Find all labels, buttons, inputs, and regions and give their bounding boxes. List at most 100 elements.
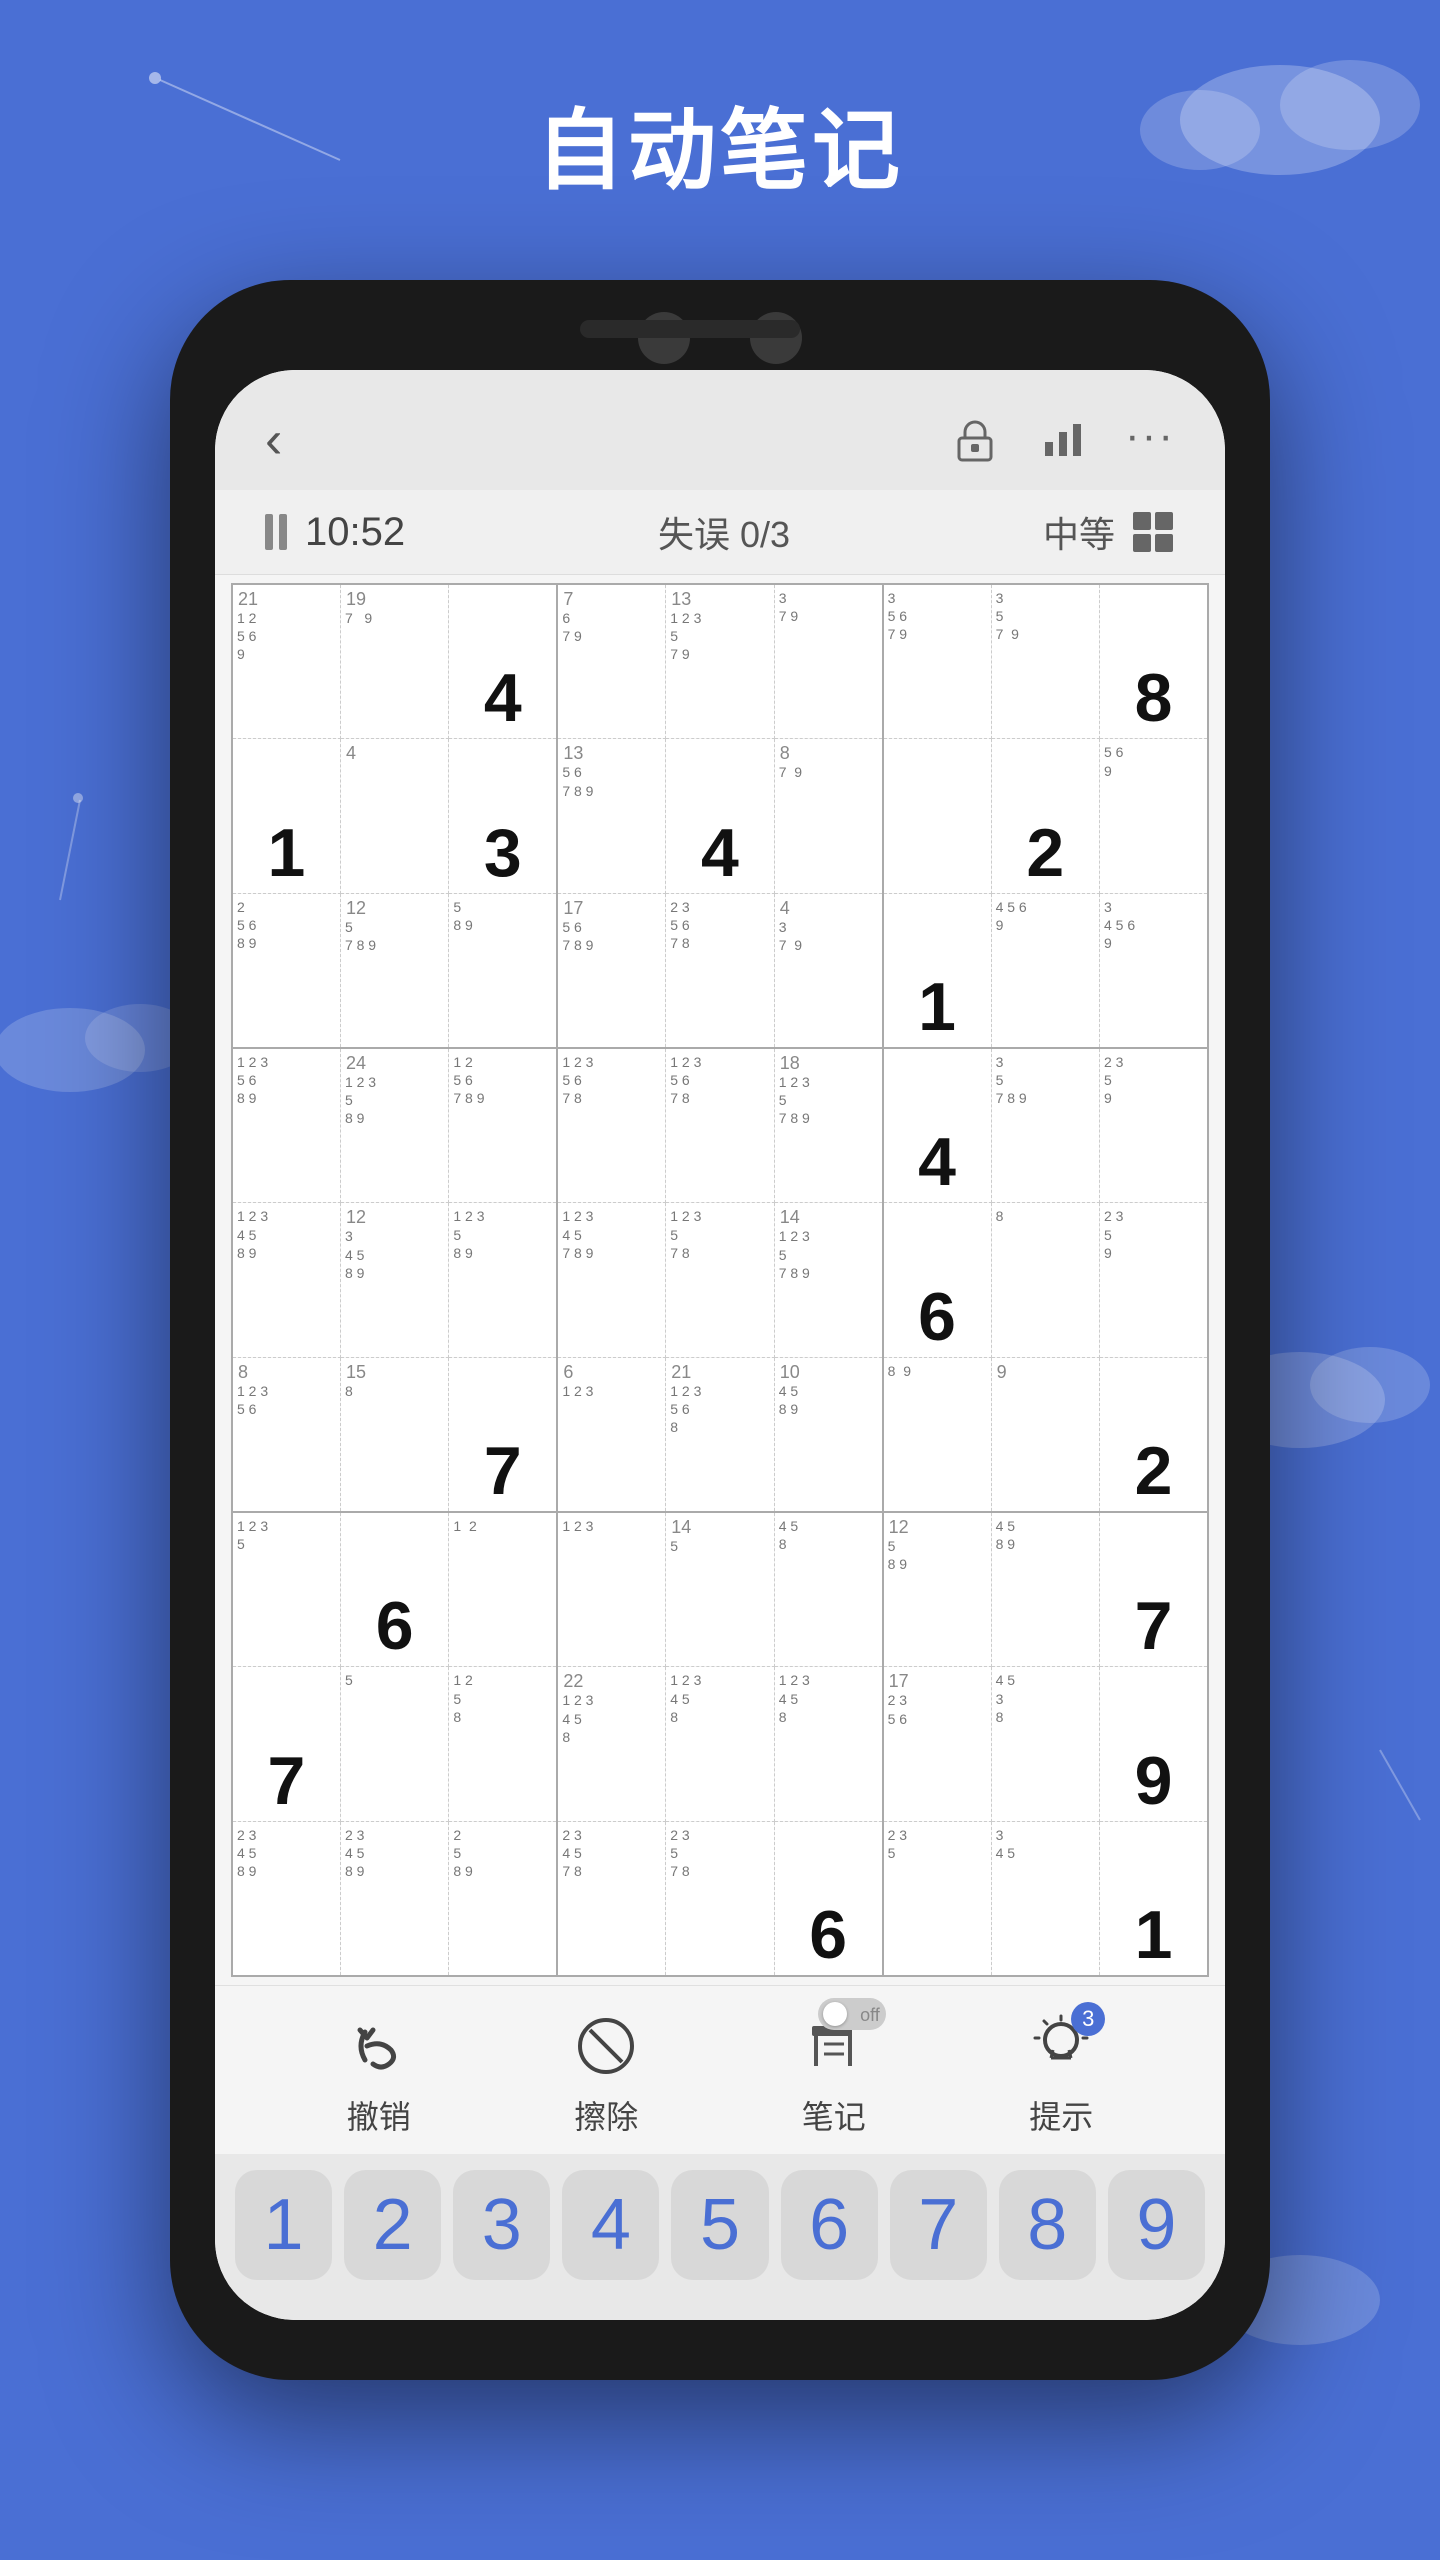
grid-cell[interactable]: 2 3 5 — [883, 1821, 991, 1976]
number-button-1[interactable]: 1 — [235, 2170, 332, 2280]
grid-cell[interactable]: 1 2 3 5 6 7 8 — [557, 1048, 665, 1203]
grid-cell[interactable]: 9 — [991, 1357, 1099, 1512]
grid-cell[interactable]: 158 — [340, 1357, 448, 1512]
grid-cell[interactable]: 175 6 7 8 9 — [557, 893, 665, 1048]
number-button-3[interactable]: 3 — [453, 2170, 550, 2280]
grid-cell[interactable]: 104 5 8 9 — [774, 1357, 882, 1512]
grid-cell[interactable]: 81 2 3 5 6 — [232, 1357, 340, 1512]
grid-cell[interactable]: 6 — [774, 1821, 882, 1976]
grid-cell[interactable]: 221 2 3 4 5 8 — [557, 1667, 665, 1821]
number-button-2[interactable]: 2 — [344, 2170, 441, 2280]
grid-cell[interactable]: 7 — [449, 1357, 557, 1512]
number-button-4[interactable]: 4 — [562, 2170, 659, 2280]
grid-cell[interactable]: 4 5 3 8 — [991, 1667, 1099, 1821]
grid-cell[interactable]: 1 2 3 4 5 7 8 9 — [557, 1203, 665, 1357]
number-button-5[interactable]: 5 — [671, 2170, 768, 2280]
grid-cell[interactable]: 3 5 6 7 9 — [883, 584, 991, 739]
grid-cell[interactable]: 4 5 8 9 — [991, 1512, 1099, 1667]
grid-cell[interactable]: 1 2 — [449, 1512, 557, 1667]
grid-cell[interactable]: 4 — [449, 584, 557, 739]
grid-cell[interactable]: 3 — [449, 739, 557, 893]
grid-cell[interactable]: 181 2 3 5 7 8 9 — [774, 1048, 882, 1203]
hints-button[interactable]: 3 提 — [1025, 2010, 1097, 2138]
grid-cell[interactable]: 3 4 5 6 9 — [1100, 893, 1209, 1048]
grid-cell[interactable]: 2 3 4 5 8 9 — [232, 1821, 340, 1976]
grid-cell[interactable]: 1 2 3 5 6 7 8 — [666, 1048, 774, 1203]
grid-cell[interactable]: 125 8 9 — [883, 1512, 991, 1667]
grid-cell[interactable]: 1 — [232, 739, 340, 893]
notes-toggle[interactable]: off — [818, 1998, 886, 2030]
grid-cell[interactable]: 6 — [883, 1203, 991, 1357]
number-button-7[interactable]: 7 — [890, 2170, 987, 2280]
grid-cell[interactable]: 4 — [883, 1048, 991, 1203]
grid-cell[interactable]: 131 2 3 5 7 9 — [666, 584, 774, 739]
grid-cell[interactable]: 241 2 3 5 8 9 — [340, 1048, 448, 1203]
grid-cell[interactable]: 6 — [340, 1512, 448, 1667]
grid-cell[interactable]: 1 2 3 5 7 8 — [666, 1203, 774, 1357]
grid-cell[interactable]: 7 — [232, 1667, 340, 1821]
grid-cell[interactable]: 3 7 9 — [774, 584, 882, 739]
undo-button[interactable]: 撤销 — [343, 2010, 415, 2138]
grid-cell[interactable]: 2 5 6 8 9 — [232, 893, 340, 1048]
grid-cell[interactable]: 2 3 4 5 7 8 — [557, 1821, 665, 1976]
grid-cell[interactable] — [883, 739, 991, 893]
grid-cell[interactable]: 123 4 5 8 9 — [340, 1203, 448, 1357]
back-button[interactable]: ‹ — [265, 410, 282, 470]
grid-cell[interactable]: 76 7 9 — [557, 584, 665, 739]
grid-cell[interactable]: 2 3 4 5 8 9 — [340, 1821, 448, 1976]
grid-cell[interactable]: 1 2 3 5 8 9 — [449, 1203, 557, 1357]
grid-cell[interactable]: 1 2 3 4 5 8 9 — [232, 1203, 340, 1357]
grid-cell[interactable]: 2 3 5 9 — [1100, 1203, 1209, 1357]
grid-cell[interactable]: 4 5 8 — [774, 1512, 882, 1667]
grid-cell[interactable]: 1 2 5 6 7 8 9 — [449, 1048, 557, 1203]
grid-cell[interactable]: 61 2 3 — [557, 1357, 665, 1512]
grid-cell[interactable]: 211 2 5 6 9 — [232, 584, 340, 739]
grid-cell[interactable]: 1 2 5 8 — [449, 1667, 557, 1821]
grid-cell[interactable]: 5 6 9 — [1100, 739, 1209, 893]
grid-cell[interactable]: 4 — [340, 739, 448, 893]
lock-icon[interactable] — [949, 414, 1001, 466]
grid-cell[interactable]: 1 2 3 — [557, 1512, 665, 1667]
grid-cell[interactable]: 2 — [991, 739, 1099, 893]
grid-cell[interactable]: 197 9 — [340, 584, 448, 739]
grid-cell[interactable]: 2 5 8 9 — [449, 1821, 557, 1976]
grid-cell[interactable]: 145 — [666, 1512, 774, 1667]
grid-cell[interactable]: 2 — [1100, 1357, 1209, 1512]
grid-cell[interactable]: 141 2 3 5 7 8 9 — [774, 1203, 882, 1357]
grid-cell[interactable]: 8 — [991, 1203, 1099, 1357]
grid-cell[interactable]: 2 3 5 6 7 8 — [666, 893, 774, 1048]
number-button-8[interactable]: 8 — [999, 2170, 1096, 2280]
grid-cell[interactable]: 211 2 3 5 6 8 — [666, 1357, 774, 1512]
grid-cell[interactable]: 1 2 3 4 5 8 — [666, 1667, 774, 1821]
grid-cell[interactable]: 1 — [883, 893, 991, 1048]
number-button-6[interactable]: 6 — [781, 2170, 878, 2280]
grid-cell[interactable]: 4 — [666, 739, 774, 893]
notes-button[interactable]: off 笔记 — [798, 2010, 870, 2138]
grid-cell[interactable]: 3 5 7 9 — [991, 584, 1099, 739]
grid-cell[interactable]: 87 9 — [774, 739, 882, 893]
grid-cell[interactable]: 5 — [340, 1667, 448, 1821]
grid-cell[interactable]: 1 — [1100, 1821, 1209, 1976]
grid-cell[interactable]: 172 3 5 6 — [883, 1667, 991, 1821]
grid-cell[interactable]: 125 7 8 9 — [340, 893, 448, 1048]
erase-button[interactable]: 擦除 — [570, 2010, 642, 2138]
pause-icon[interactable] — [265, 514, 287, 550]
grid-cell[interactable]: 3 4 5 — [991, 1821, 1099, 1976]
grid-cell[interactable]: 1 2 3 5 6 8 9 — [232, 1048, 340, 1203]
chart-icon[interactable] — [1037, 414, 1089, 466]
more-button[interactable]: ··· — [1125, 411, 1175, 461]
number-button-9[interactable]: 9 — [1108, 2170, 1205, 2280]
grid-cell[interactable]: 7 — [1100, 1512, 1209, 1667]
grid-cell[interactable]: 1 2 3 4 5 8 — [774, 1667, 882, 1821]
grid-cell[interactable]: 5 8 9 — [449, 893, 557, 1048]
grid-cell[interactable]: 2 3 5 9 — [1100, 1048, 1209, 1203]
grid-cell[interactable]: 43 7 9 — [774, 893, 882, 1048]
grid-cell[interactable]: 8 — [1100, 584, 1209, 739]
grid-cell[interactable]: 9 — [1100, 1667, 1209, 1821]
grid-cell[interactable]: 135 6 7 8 9 — [557, 739, 665, 893]
grid-cell[interactable]: 8 9 — [883, 1357, 991, 1512]
grid-cell[interactable]: 2 3 5 7 8 — [666, 1821, 774, 1976]
grid-cell[interactable]: 3 5 7 8 9 — [991, 1048, 1099, 1203]
grid-view-icon[interactable] — [1131, 510, 1175, 554]
grid-cell[interactable]: 4 5 6 9 — [991, 893, 1099, 1048]
